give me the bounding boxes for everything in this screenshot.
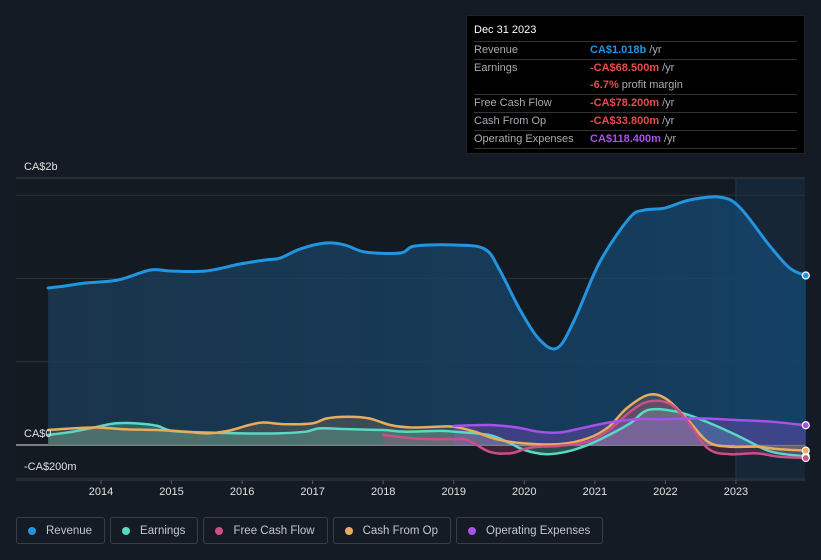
free-cash-flow-endpoint[interactable] [801, 453, 810, 463]
x-tick-label: 2015 [159, 486, 183, 498]
x-tick-label: 2019 [442, 486, 466, 498]
x-tick-label: 2016 [230, 486, 254, 498]
legend-dot-icon [122, 526, 131, 535]
operating-expenses-endpoint[interactable] [801, 421, 810, 430]
tooltip-unit: profit margin [621, 79, 683, 91]
tooltip-label [474, 77, 590, 94]
legend-item-operating-expenses[interactable]: Operating Expenses [456, 517, 604, 544]
tooltip-value: CA$118.400m [590, 133, 661, 145]
tooltip-unit: /yr [662, 62, 675, 74]
tooltip-value: -CA$78.200m [590, 97, 660, 109]
tooltip-label: Operating Expenses [474, 133, 574, 145]
legend-label: Cash From Op [362, 524, 439, 537]
cash-from-op-endpoint[interactable] [801, 446, 810, 455]
tooltip-unit: /yr [649, 44, 662, 56]
y-tick-label: -CA$200m [24, 461, 77, 473]
tooltip-value: CA$1.018b [590, 44, 647, 56]
tooltip-panel: Dec 31 2023 Revenue CA$1.018b/yr Earnings -… [466, 15, 805, 154]
x-tick-label: 2017 [300, 486, 324, 498]
tooltip-row-revenue: Revenue CA$1.018b/yr [474, 42, 797, 60]
revenue-endpoint[interactable] [801, 271, 810, 280]
legend-dot-icon [468, 526, 477, 535]
x-tick-label: 2018 [371, 486, 395, 498]
x-tick-label: 2022 [653, 486, 677, 498]
legend-dot-icon [215, 526, 224, 535]
tooltip-label: Earnings [474, 62, 518, 74]
tooltip-unit: /yr [662, 115, 675, 127]
tooltip-row-earnings: Earnings -CA$68.500m/yr [474, 60, 797, 77]
tooltip-value: -CA$68.500m [590, 62, 660, 74]
legend-dot-icon [344, 526, 353, 535]
legend-item-earnings[interactable]: Earnings [110, 517, 199, 544]
legend-item-free-cash-flow[interactable]: Free Cash Flow [203, 517, 328, 544]
tooltip-value: -6.7% [590, 79, 619, 91]
tooltip-row-profit-margin: -6.7% profit margin [474, 77, 797, 95]
tooltip-value: -CA$33.800m [590, 115, 660, 127]
x-tick-label: 2014 [89, 486, 113, 498]
tooltip-row-free-cash-flow: Free Cash Flow -CA$78.200m/yr [474, 95, 797, 113]
legend-label: Revenue [46, 524, 93, 537]
tooltip-label: Cash From Op [474, 115, 547, 127]
tooltip-unit: /yr [663, 133, 677, 145]
legend-item-revenue[interactable]: Revenue [16, 517, 106, 544]
x-tick-label: 2020 [512, 486, 536, 498]
legend-label: Earnings [140, 524, 186, 537]
x-tick-label: 2021 [583, 486, 607, 498]
tooltip-row-cash-from-op: Cash From Op -CA$33.800m/yr [474, 113, 797, 131]
y-tick-label: CA$2b [24, 161, 58, 173]
legend-label: Operating Expenses [486, 524, 591, 537]
x-tick-label: 2023 [724, 486, 748, 498]
legend-item-cash-from-op[interactable]: Cash From Op [332, 517, 452, 544]
tooltip-unit: /yr [662, 97, 675, 109]
tooltip-row-operating-expenses: Operating Expenses CA$118.400m/yr [474, 131, 797, 149]
legend-dot-icon [28, 526, 36, 535]
tooltip-date: Dec 31 2023 [474, 24, 797, 42]
legend: Revenue Earnings Free Cash Flow Cash From O… [16, 517, 604, 544]
legend-label: Free Cash Flow [233, 524, 315, 537]
tooltip-label: Free Cash Flow [474, 97, 552, 109]
y-tick-label: CA$0 [24, 428, 52, 440]
tooltip-label: Revenue [474, 44, 519, 56]
